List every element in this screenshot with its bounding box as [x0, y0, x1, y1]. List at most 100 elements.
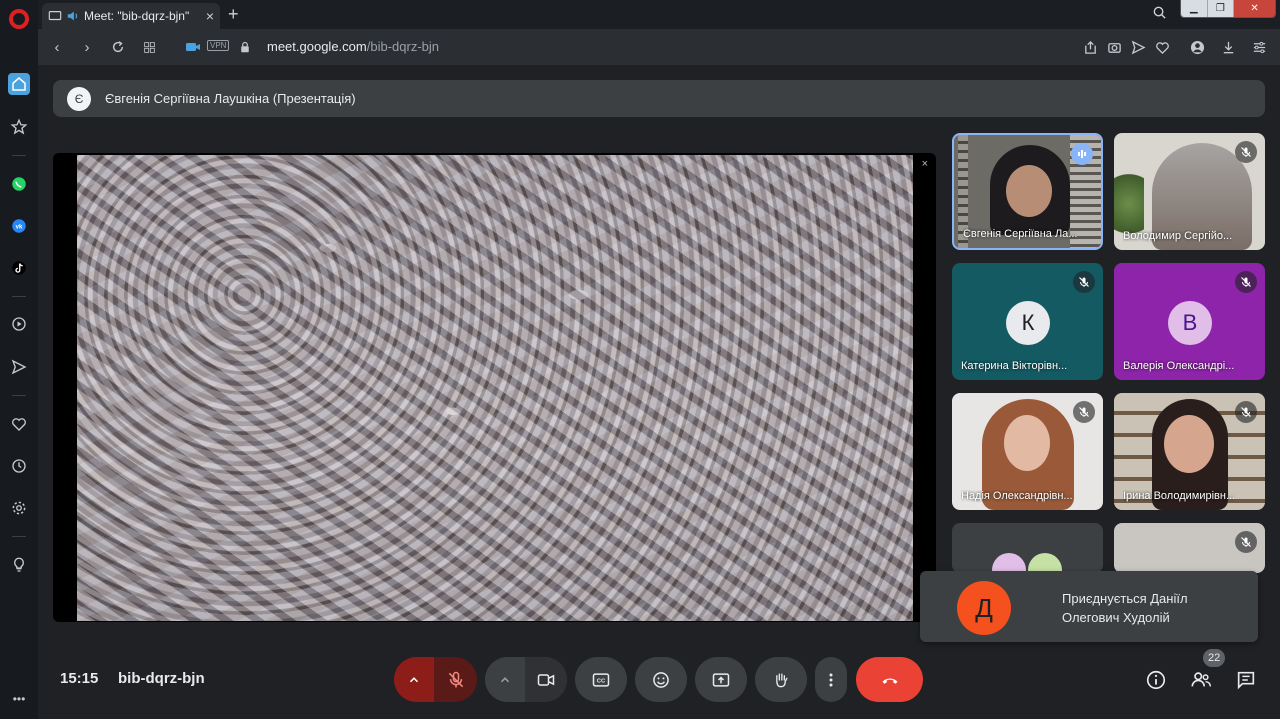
camera-button[interactable] [525, 657, 567, 702]
mic-control-group [394, 657, 477, 702]
participant-tile[interactable]: В Валерія Олександрі... [1114, 263, 1265, 380]
send-icon[interactable] [8, 356, 30, 378]
participant-name: Валерія Олександрі... [1123, 360, 1235, 372]
mic-off-icon [1235, 141, 1257, 163]
star-icon[interactable] [8, 116, 30, 138]
present-screen-button[interactable] [695, 657, 747, 702]
search-icon[interactable] [1152, 5, 1167, 25]
tab-meet[interactable]: Meet: "bib-dqrz-bjn" × [42, 3, 220, 29]
easy-setup-icon[interactable] [1250, 38, 1268, 56]
url-path: /bib-dqrz-bjn [366, 39, 439, 54]
participant-name: Ірина Володимирівн... [1123, 490, 1236, 502]
grid-icon[interactable] [140, 38, 158, 56]
svg-text:vk: vk [16, 225, 23, 231]
participant-tile[interactable] [952, 523, 1103, 573]
participants-icon[interactable] [1189, 668, 1213, 692]
sidebar-divider [12, 395, 26, 396]
participant-video-face [1004, 415, 1050, 471]
participant-avatar [992, 553, 1026, 573]
mic-off-icon [1235, 401, 1257, 423]
tab-title: Meet: "bib-dqrz-bjn" [84, 9, 190, 23]
opera-logo[interactable] [9, 9, 29, 29]
audio-options-button[interactable] [394, 657, 434, 702]
captions-button[interactable]: CC [575, 657, 627, 702]
bookmark-heart-icon[interactable] [1153, 38, 1171, 56]
tab-bar: Meet: "bib-dqrz-bjn" × + ▁ ❐ ✕ [38, 0, 1280, 29]
speaker-icon[interactable] [66, 9, 80, 23]
more-icon[interactable]: ••• [8, 688, 30, 710]
send-to-flow-icon[interactable] [1129, 38, 1147, 56]
meeting-code: bib-dqrz-bjn [118, 670, 205, 687]
new-tab-button[interactable]: + [228, 4, 239, 25]
participant-video-face [1164, 415, 1214, 473]
mic-off-icon [1235, 271, 1257, 293]
chat-icon[interactable] [1234, 668, 1258, 692]
join-notification: Д Приєднується Даніїл Олегович Худолій [920, 571, 1258, 642]
participant-tile[interactable] [1114, 523, 1265, 573]
download-icon[interactable] [1219, 38, 1237, 56]
participant-tile[interactable]: Євгенія Сергіївна Ла... [952, 133, 1103, 250]
presenter-bar: Є Євгенія Сергіївна Лаушкіна (Презентаці… [53, 80, 1265, 117]
participant-tile[interactable]: Надія Олександрівн... [952, 393, 1103, 510]
speaking-indicator-icon [1071, 143, 1093, 165]
tab-screen-icon [48, 9, 62, 23]
presentation-image-cranes [77, 155, 913, 621]
bulb-icon[interactable] [8, 554, 30, 576]
participant-tile[interactable]: Ірина Володимирівн... [1114, 393, 1265, 510]
tab-close-icon[interactable]: × [206, 8, 214, 24]
joining-participant-avatar: Д [957, 581, 1011, 635]
more-options-button[interactable] [815, 657, 847, 702]
participant-video-face [1006, 165, 1052, 217]
close-window-button[interactable]: ✕ [1234, 0, 1275, 17]
presenter-avatar: Є [67, 86, 91, 111]
back-icon[interactable]: ‹ [48, 38, 66, 56]
presenter-label: Євгенія Сергіївна Лаушкіна (Презентація) [105, 91, 356, 106]
player-icon[interactable] [8, 313, 30, 335]
camera-indicator-icon[interactable] [184, 38, 202, 56]
meeting-details-icon[interactable] [1144, 668, 1168, 692]
shared-presentation[interactable]: × [53, 153, 936, 622]
leave-call-button[interactable] [856, 657, 923, 702]
tiktok-icon[interactable] [8, 257, 30, 279]
mic-off-button[interactable] [434, 657, 477, 702]
sidebar-divider [12, 155, 26, 156]
heart-icon[interactable] [8, 413, 30, 435]
mic-off-icon [1235, 531, 1257, 553]
window-controls: ▁ ❐ ✕ [1180, 0, 1276, 18]
whatsapp-icon[interactable] [8, 173, 30, 195]
svg-text:CC: CC [597, 678, 606, 684]
emoji-reaction-button[interactable] [635, 657, 687, 702]
vk-icon[interactable]: vk [8, 215, 30, 237]
participant-avatar [1028, 553, 1062, 573]
participant-count-badge: 22 [1203, 649, 1226, 667]
sidebar-divider [12, 296, 26, 297]
reload-icon[interactable] [109, 38, 127, 56]
participant-avatar: В [1168, 301, 1212, 345]
mic-off-icon [1073, 401, 1095, 423]
settings-icon[interactable] [8, 497, 30, 519]
history-icon[interactable] [8, 455, 30, 477]
url-field[interactable]: meet.google.com/bib-dqrz-bjn [267, 39, 439, 54]
video-options-button[interactable] [485, 657, 525, 702]
close-icon[interactable]: × [922, 158, 928, 170]
participant-name: Євгенія Сергіївна Ла... [963, 228, 1078, 240]
home-icon[interactable] [8, 73, 30, 95]
minimize-button[interactable]: ▁ [1181, 0, 1208, 17]
opera-sidebar: vk ••• [0, 0, 38, 719]
participant-avatar: К [1006, 301, 1050, 345]
participant-name: Надія Олександрівн... [961, 490, 1073, 502]
lock-icon[interactable] [236, 38, 254, 56]
share-page-icon[interactable] [1081, 38, 1099, 56]
raise-hand-button[interactable] [755, 657, 807, 702]
clock: 15:15 [60, 670, 99, 687]
url-host: meet.google.com [267, 39, 367, 54]
participant-tile[interactable]: Володимир Сергійо... [1114, 133, 1265, 250]
forward-icon[interactable]: › [78, 38, 96, 56]
vpn-badge[interactable]: VPN [207, 40, 230, 51]
maximize-button[interactable]: ❐ [1207, 0, 1235, 17]
sidebar-divider [12, 536, 26, 537]
snapshot-icon[interactable] [1105, 38, 1123, 56]
profile-icon[interactable] [1188, 38, 1206, 56]
participant-tile[interactable]: К Катерина Вікторівн... [952, 263, 1103, 380]
participant-name: Володимир Сергійо... [1123, 230, 1233, 242]
